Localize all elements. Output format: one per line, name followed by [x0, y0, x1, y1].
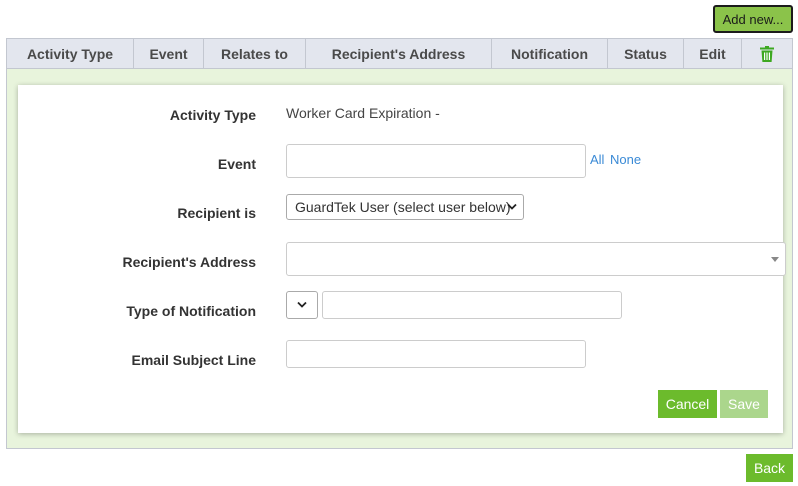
chevron-down-icon: [297, 301, 307, 308]
email-subject-input[interactable]: [286, 340, 586, 368]
column-header-status[interactable]: Status: [608, 39, 684, 68]
recipient-is-label: Recipient is: [177, 205, 256, 221]
back-button[interactable]: Back: [746, 454, 793, 482]
notification-type-select[interactable]: [286, 291, 318, 319]
recipient-type-selected-value: GuardTek User (select user below): [295, 199, 511, 215]
save-button[interactable]: Save: [720, 390, 768, 418]
edit-panel: Activity Type Worker Card Expiration - E…: [6, 69, 793, 449]
column-header-notification[interactable]: Notification: [492, 39, 608, 68]
event-select-none-link[interactable]: None: [610, 152, 641, 167]
event-input[interactable]: [286, 144, 586, 178]
column-header-delete: [742, 39, 792, 68]
recipient-address-select[interactable]: [286, 242, 786, 276]
event-label: Event: [217, 156, 256, 172]
notification-detail-input[interactable]: [322, 291, 622, 319]
email-subject-label: Email Subject Line: [131, 352, 256, 368]
notification-form: Activity Type Worker Card Expiration - E…: [18, 85, 786, 433]
column-header-recipient-address[interactable]: Recipient's Address: [306, 39, 492, 68]
cancel-button[interactable]: Cancel: [658, 390, 717, 418]
add-new-button[interactable]: Add new...: [713, 5, 793, 33]
event-select-all-link[interactable]: All: [590, 152, 604, 167]
trash-icon[interactable]: [760, 45, 774, 62]
notification-type-label: Type of Notification: [126, 303, 256, 319]
caret-down-icon: [771, 257, 779, 262]
recipient-type-select[interactable]: GuardTek User (select user below): [286, 194, 524, 220]
recipient-address-label: Recipient's Address: [122, 254, 256, 270]
column-header-activity-type[interactable]: Activity Type: [7, 39, 134, 68]
column-header-event[interactable]: Event: [134, 39, 204, 68]
activity-type-label: Activity Type: [169, 107, 256, 123]
column-header-edit[interactable]: Edit: [684, 39, 742, 68]
column-header-relates-to[interactable]: Relates to: [204, 39, 306, 68]
chevron-down-icon: [507, 203, 517, 210]
activity-type-value: Worker Card Expiration -: [286, 105, 440, 121]
table-header: Activity Type Event Relates to Recipient…: [6, 38, 793, 69]
